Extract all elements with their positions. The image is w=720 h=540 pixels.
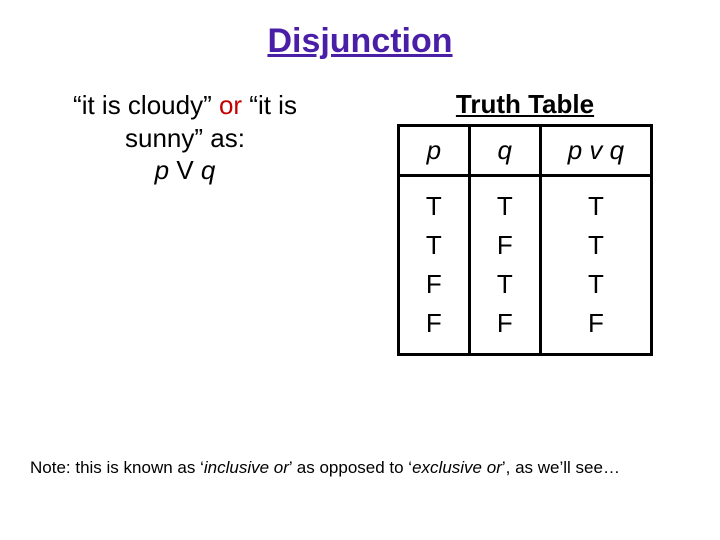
cell: T [398, 176, 469, 227]
note-b: ’ as opposed to ‘ [289, 458, 412, 477]
expr-q: q [201, 155, 215, 185]
cell: F [398, 265, 469, 304]
truth-table-title: Truth Table [360, 89, 690, 120]
example-line2: sunny” as: [125, 123, 245, 153]
col-p: p [398, 126, 469, 176]
example-text: “it is cloudy” or “it is sunny” as: p V … [30, 89, 340, 187]
cell: F [398, 304, 469, 355]
cell: T [469, 265, 540, 304]
truth-table-block: Truth Table p q p v q T T T [340, 89, 690, 356]
content-row: “it is cloudy” or “it is sunny” as: p V … [0, 89, 720, 356]
example-line1a: “it is cloudy” [73, 90, 219, 120]
example-or: or [219, 90, 242, 120]
example-line1b: “it is [242, 90, 297, 120]
cell: T [540, 265, 651, 304]
example-text-block: “it is cloudy” or “it is sunny” as: p V … [30, 89, 340, 356]
cell: T [398, 226, 469, 265]
note-exclusive: exclusive or [412, 458, 502, 477]
truth-table: p q p v q T T T T F T [397, 124, 653, 356]
expr-or: V [169, 155, 201, 185]
slide: Disjunction “it is cloudy” or “it is sun… [0, 0, 720, 540]
table-row: T T T [398, 176, 651, 227]
cell: F [540, 304, 651, 355]
slide-title: Disjunction [0, 0, 720, 61]
col-q: q [469, 126, 540, 176]
table-row: F T T [398, 265, 651, 304]
footnote: Note: this is known as ‘inclusive or’ as… [30, 458, 690, 478]
note-c: ’, as we’ll see… [502, 458, 620, 477]
cell: F [469, 304, 540, 355]
cell: F [469, 226, 540, 265]
note-inclusive: inclusive or [204, 458, 289, 477]
table-row: T F T [398, 226, 651, 265]
note-a: Note: this is known as ‘ [30, 458, 204, 477]
cell: T [540, 176, 651, 227]
table-header-row: p q p v q [398, 126, 651, 176]
expr-p: p [155, 155, 169, 185]
cell: T [469, 176, 540, 227]
col-pvq: p v q [540, 126, 651, 176]
table-row: F F F [398, 304, 651, 355]
cell: T [540, 226, 651, 265]
